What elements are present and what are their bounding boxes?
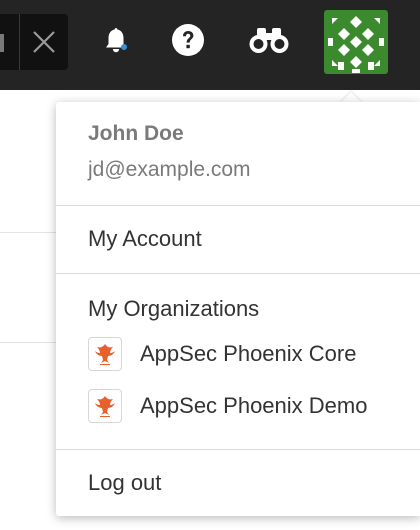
menu-separator [56, 449, 420, 450]
organization-name: AppSec Phoenix Core [140, 341, 357, 366]
page-divider [0, 342, 60, 343]
clear-search-button[interactable] [20, 14, 68, 70]
help-icon [172, 24, 204, 56]
notifications-button[interactable] [98, 22, 134, 58]
organization-item[interactable]: AppSec Phoenix Demo [88, 387, 408, 425]
search-box[interactable] [0, 14, 68, 70]
organization-item[interactable]: AppSec Phoenix Core [88, 335, 408, 373]
logout-link[interactable]: Log out [88, 470, 161, 496]
top-navigation-bar [0, 0, 420, 90]
user-email: jd@example.com [88, 158, 251, 181]
menu-separator [56, 205, 420, 206]
user-menu-dropdown: John Doe jd@example.com My Account My Or… [56, 102, 420, 516]
user-name: John Doe [88, 122, 184, 145]
user-info-section: John Doe jd@example.com [56, 102, 420, 206]
binoculars-icon [249, 28, 289, 53]
menu-separator [56, 273, 420, 274]
organizations-heading: My Organizations [88, 296, 260, 321]
discovery-button[interactable] [248, 22, 290, 58]
page-divider [0, 232, 60, 233]
avatar-icon [324, 10, 388, 74]
bell-icon [106, 28, 127, 53]
user-avatar-button[interactable] [324, 10, 388, 74]
help-button[interactable] [170, 22, 206, 58]
phoenix-logo-icon [88, 337, 122, 371]
organization-name: AppSec Phoenix Demo [140, 393, 368, 418]
close-icon [33, 31, 55, 53]
search-text-edge [0, 34, 4, 52]
my-account-link[interactable]: My Account [88, 226, 202, 252]
phoenix-logo-icon [88, 389, 122, 423]
